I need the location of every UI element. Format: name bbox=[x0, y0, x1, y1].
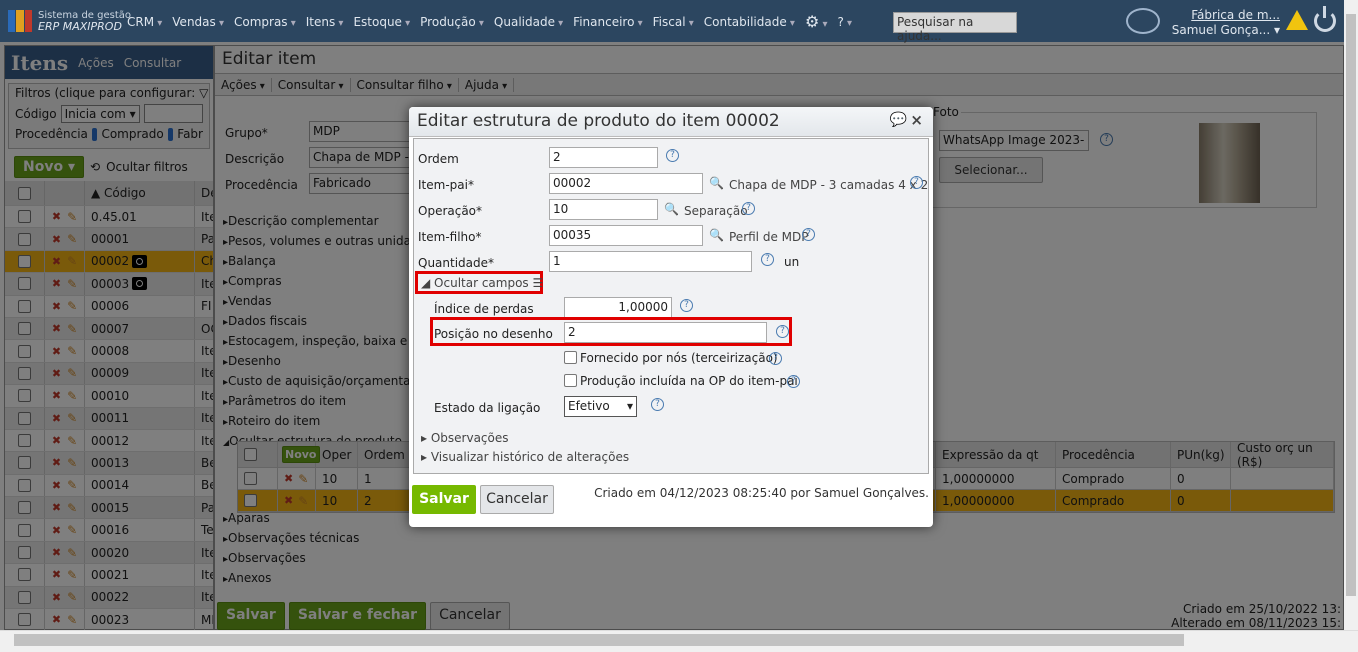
edit-structure-dialog: Editar estrutura de produto do item 0000… bbox=[409, 107, 933, 527]
menu-compras[interactable]: Compras bbox=[234, 15, 296, 32]
menu-fiscal[interactable]: Fiscal bbox=[653, 15, 694, 32]
help-icon[interactable]: ? bbox=[910, 176, 923, 189]
help-icon[interactable]: ? bbox=[680, 299, 693, 312]
menu-vendas[interactable]: Vendas bbox=[172, 15, 224, 32]
help-icon[interactable]: ? bbox=[837, 15, 852, 32]
menu-producao[interactable]: Produção bbox=[420, 15, 484, 32]
logo-icon bbox=[8, 10, 32, 32]
producao-label[interactable]: Produção incluída na OP do item-pai bbox=[580, 374, 798, 388]
search-icon[interactable]: 🔍 bbox=[709, 176, 724, 190]
hide-fields-toggle[interactable]: ◢ Ocultar campos ☰ bbox=[421, 276, 543, 290]
fornecido-label[interactable]: Fornecido por nós (terceirização) bbox=[580, 351, 778, 365]
estado-label: Estado da ligação bbox=[434, 401, 541, 415]
main-menu: CRM Vendas Compras Itens Estoque Produçã… bbox=[127, 14, 852, 32]
itemfilho-label: Item-filho* bbox=[418, 230, 482, 244]
posicao-field[interactable]: 2 bbox=[564, 322, 767, 343]
notes-icon: ☰ bbox=[532, 276, 544, 290]
user-menu[interactable]: Samuel Gonça... bbox=[1172, 23, 1270, 37]
dialog-title: Editar estrutura de produto do item 0000… bbox=[409, 107, 933, 137]
vertical-scrollbar[interactable] bbox=[1344, 0, 1358, 630]
operacao-description: Separação bbox=[684, 204, 748, 218]
company-link[interactable]: Fábrica de m... bbox=[1170, 8, 1280, 23]
operacao-label: Operação* bbox=[418, 204, 483, 218]
comment-icon[interactable]: 💬 bbox=[890, 112, 907, 128]
ordem-label: Ordem bbox=[418, 152, 459, 166]
dialog-cancel-button[interactable]: Cancelar bbox=[480, 485, 554, 514]
company-user[interactable]: Fábrica de m... Samuel Gonça... ▾ bbox=[1170, 8, 1280, 38]
help-icon[interactable]: ? bbox=[742, 202, 755, 215]
help-icon[interactable]: ? bbox=[651, 398, 664, 411]
indice-field[interactable]: 1,00000 bbox=[564, 297, 672, 318]
dialog-created-stamp: Criado em 04/12/2023 08:25:40 por Samuel… bbox=[594, 486, 929, 500]
operacao-field[interactable]: 10 bbox=[549, 199, 658, 220]
posicao-label: Posição no desenho bbox=[434, 327, 553, 341]
menu-financeiro[interactable]: Financeiro bbox=[573, 15, 642, 32]
quantidade-field[interactable]: 1 bbox=[549, 251, 752, 272]
menu-contabilidade[interactable]: Contabilidade bbox=[704, 15, 795, 32]
historico-toggle[interactable]: ▸ Visualizar histórico de alterações bbox=[421, 450, 629, 464]
chat-icon[interactable] bbox=[1126, 8, 1160, 34]
search-icon[interactable]: 🔍 bbox=[664, 202, 679, 216]
fornecido-checkbox[interactable] bbox=[564, 351, 577, 364]
help-icon[interactable]: ? bbox=[666, 149, 679, 162]
ordem-field[interactable]: 2 bbox=[549, 147, 658, 168]
horizontal-scrollbar[interactable] bbox=[0, 630, 1358, 652]
help-icon[interactable]: ? bbox=[787, 375, 800, 388]
warning-icon[interactable] bbox=[1286, 10, 1308, 30]
help-icon[interactable]: ? bbox=[769, 352, 782, 365]
observacoes-toggle[interactable]: ▸ Observações bbox=[421, 431, 509, 445]
itempai-description: Chapa de MDP - 3 camadas 4 x 2 bbox=[729, 178, 929, 192]
search-icon[interactable]: 🔍 bbox=[709, 228, 724, 242]
unit-label: un bbox=[784, 255, 800, 269]
power-icon[interactable] bbox=[1314, 6, 1336, 32]
menu-qualidade[interactable]: Qualidade bbox=[494, 15, 563, 32]
indice-label: Índice de perdas bbox=[434, 302, 534, 316]
close-icon[interactable]: × bbox=[910, 111, 923, 129]
itemfilho-field[interactable]: 00035 bbox=[549, 225, 703, 246]
menu-estoque[interactable]: Estoque bbox=[353, 15, 410, 32]
itemfilho-description: Perfil de MDP bbox=[729, 230, 809, 244]
menu-itens[interactable]: Itens bbox=[306, 15, 344, 32]
dialog-body: Ordem 2 ? Item-pai* 00002 🔍 Chapa de MDP… bbox=[413, 138, 929, 474]
itempai-field[interactable]: 00002 bbox=[549, 173, 703, 194]
quantidade-label: Quantidade* bbox=[418, 256, 495, 270]
gear-icon[interactable]: ⚙ bbox=[805, 14, 828, 32]
top-navigation: Sistema de gestãoERP MAXIPROD CRM Vendas… bbox=[0, 0, 1344, 43]
help-icon[interactable]: ? bbox=[761, 253, 774, 266]
producao-checkbox[interactable] bbox=[564, 374, 577, 387]
help-icon[interactable]: ? bbox=[802, 228, 815, 241]
help-icon[interactable]: ? bbox=[776, 325, 789, 338]
dialog-save-button[interactable]: Salvar bbox=[412, 485, 476, 514]
logo-text: Sistema de gestão ERP MAXIPROD bbox=[38, 10, 132, 33]
menu-crm[interactable]: CRM bbox=[127, 15, 162, 32]
estado-select[interactable]: Efetivo ▾ bbox=[564, 396, 637, 417]
help-search-input[interactable]: Pesquisar na ajuda... bbox=[893, 12, 1017, 43]
itempai-label: Item-pai* bbox=[418, 178, 474, 192]
